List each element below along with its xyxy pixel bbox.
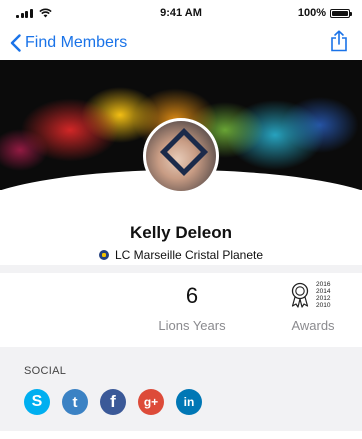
- linkedin-icon[interactable]: in: [176, 389, 202, 415]
- facebook-icon[interactable]: f: [100, 389, 126, 415]
- nav-bar: Find Members: [0, 26, 362, 60]
- bottom-divider: [0, 431, 362, 439]
- twitter-icon[interactable]: t: [62, 389, 88, 415]
- battery-icon: [330, 8, 352, 18]
- lions-years-label: Lions Years: [158, 318, 226, 333]
- lions-years-value: 6: [185, 283, 199, 308]
- status-left: [0, 8, 52, 18]
- awards-label: Awards: [291, 318, 335, 333]
- battery-percent: 100%: [297, 7, 326, 19]
- back-button[interactable]: Find Members: [0, 34, 127, 52]
- status-bar: 9:41 AM 100%: [0, 0, 362, 26]
- stats-section: 6 Lions Years 2016 2014 2012 2010 Awards: [0, 273, 362, 339]
- avatar-photo: [146, 121, 216, 191]
- back-label: Find Members: [25, 34, 128, 51]
- google-plus-icon[interactable]: g+: [138, 389, 164, 415]
- skype-icon[interactable]: S: [24, 389, 50, 415]
- award-ribbon-icon: [291, 282, 309, 308]
- share-button[interactable]: [330, 29, 362, 57]
- award-year: 2014: [316, 288, 331, 295]
- award-year: 2010: [316, 302, 331, 309]
- wifi-icon: [38, 8, 52, 18]
- award-years-list: 2016 2014 2012 2010: [316, 281, 330, 309]
- club-name: LC Marseille Cristal Planete: [114, 248, 264, 262]
- signal-icon: [16, 8, 33, 18]
- lions-club-icon: [98, 250, 109, 260]
- social-title: SOCIAL: [24, 365, 67, 377]
- chevron-left-icon: [10, 34, 21, 52]
- awards-button[interactable]: 2016 2014 2012 2010: [290, 281, 330, 309]
- award-year: 2016: [316, 281, 331, 288]
- award-year: 2012: [316, 295, 331, 302]
- avatar[interactable]: [143, 118, 219, 194]
- profile-name: Kelly Deleon: [129, 223, 233, 242]
- avatar-diamond-shape: [159, 127, 209, 177]
- share-icon: [331, 29, 347, 51]
- social-section: SOCIAL S t f g+ in: [0, 347, 362, 431]
- club-row[interactable]: LC Marseille Cristal Planete: [0, 248, 362, 262]
- status-right: 100%: [298, 7, 362, 19]
- social-icons: S t f g+ in: [24, 389, 202, 415]
- divider: [0, 265, 362, 273]
